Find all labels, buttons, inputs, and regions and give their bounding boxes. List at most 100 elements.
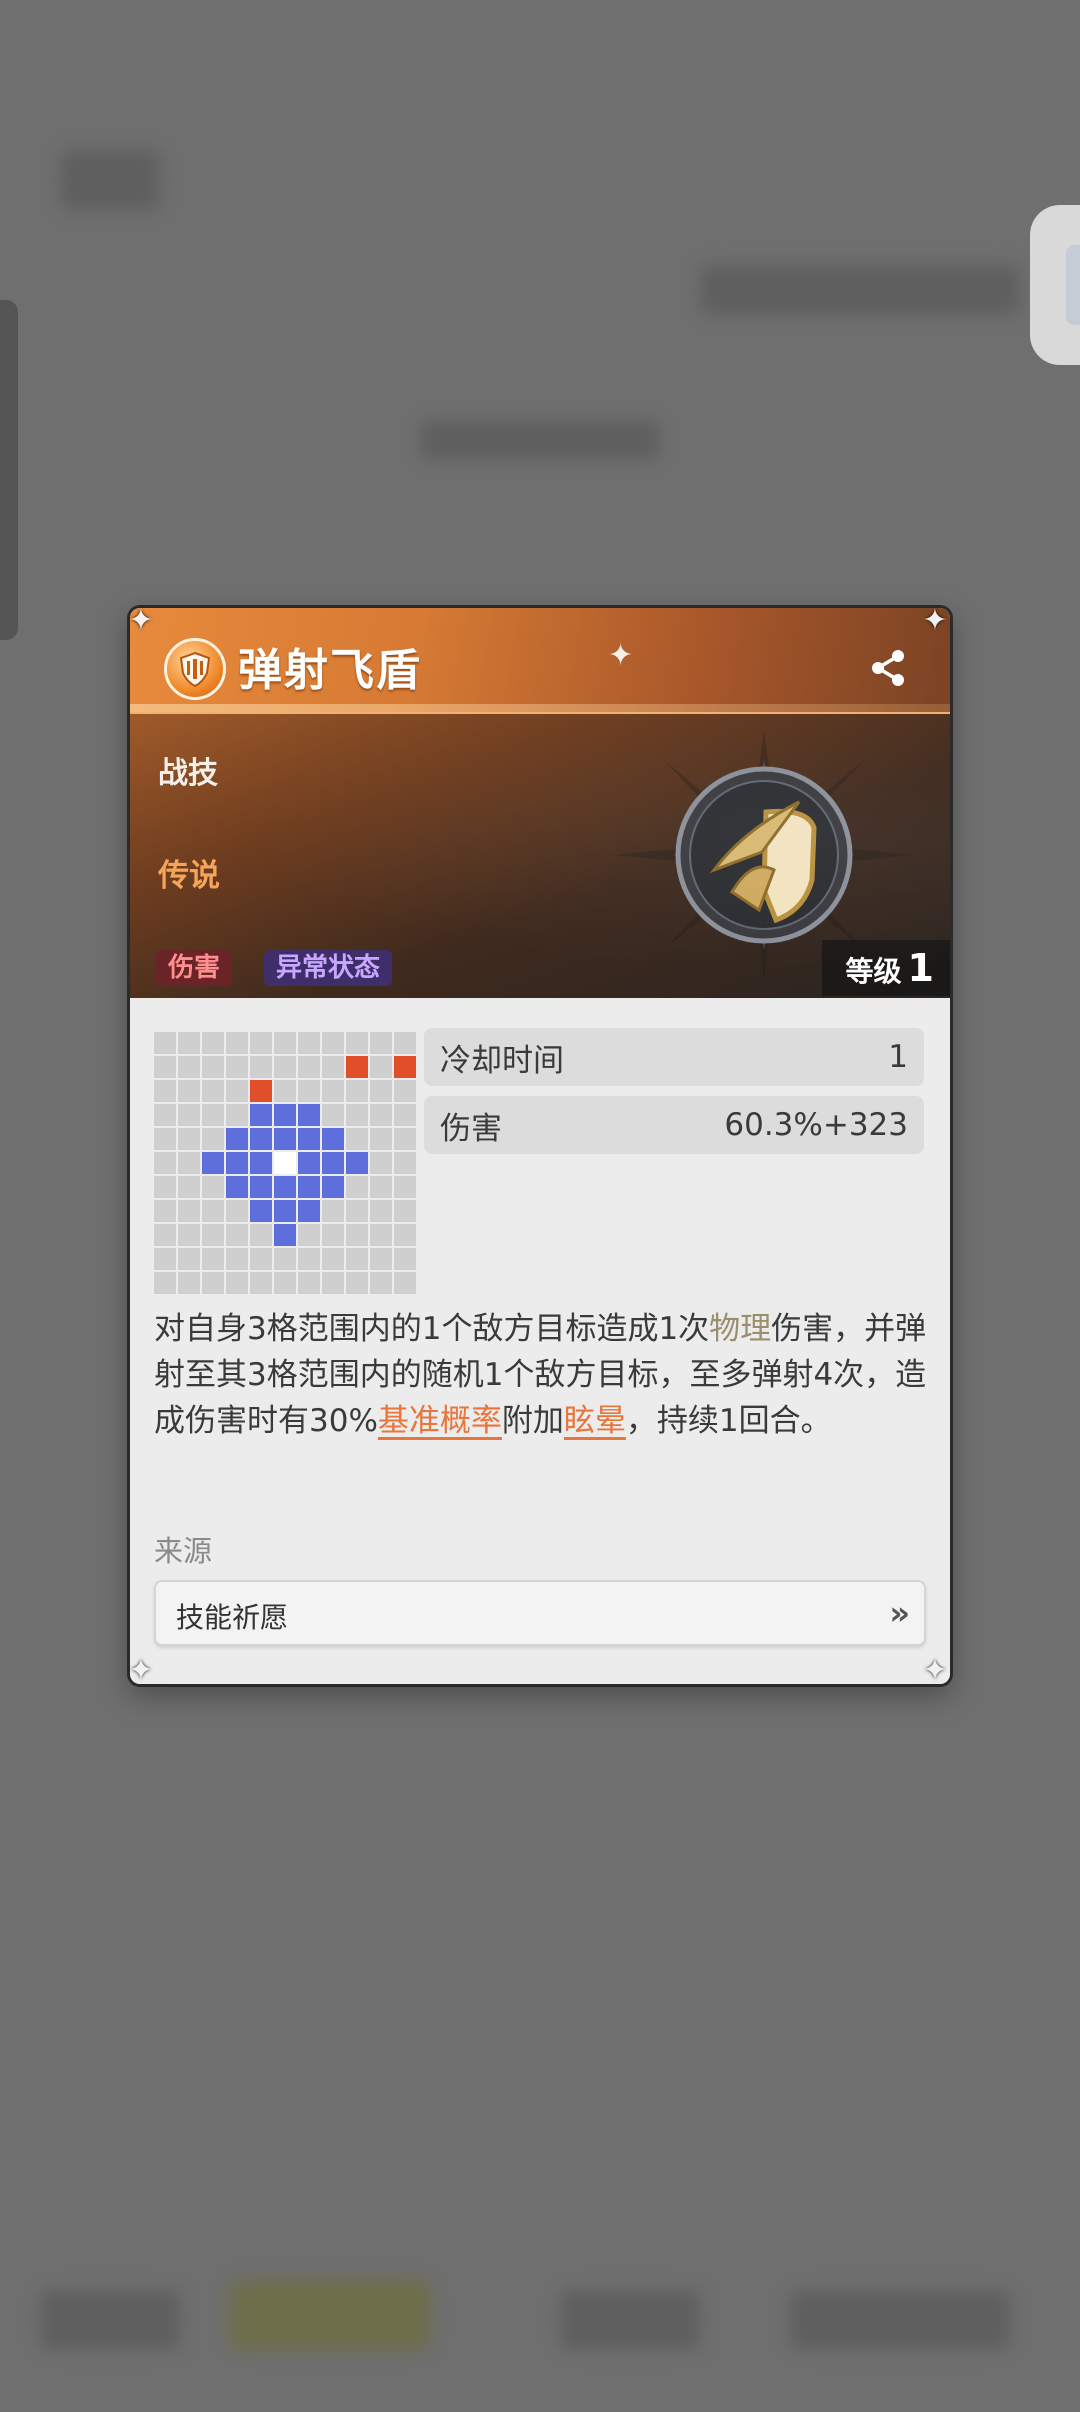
grid-cell bbox=[250, 1224, 272, 1246]
grid-cell bbox=[346, 1080, 368, 1102]
background-footer-blur-3 bbox=[560, 2290, 700, 2350]
side-panel-handle[interactable] bbox=[0, 300, 18, 640]
background-title-blur bbox=[60, 150, 160, 210]
stat-damage: 伤害 60.3%+323 bbox=[424, 1096, 924, 1154]
grid-cell bbox=[370, 1272, 392, 1294]
keyword-stun-link[interactable]: 眩晕 bbox=[564, 1403, 626, 1439]
desc-text: 对自身3格范围内的1个敌方目标造成1次 bbox=[154, 1311, 710, 1347]
grid-cell-range bbox=[274, 1200, 296, 1222]
grid-cell bbox=[154, 1080, 176, 1102]
grid-cell bbox=[394, 1032, 416, 1054]
grid-cell bbox=[346, 1032, 368, 1054]
grid-cell bbox=[298, 1032, 320, 1054]
grid-cell bbox=[322, 1200, 344, 1222]
corner-ornament-icon: ✦ bbox=[128, 1653, 154, 1688]
grid-cell bbox=[202, 1080, 224, 1102]
grid-cell bbox=[346, 1248, 368, 1270]
shield-emblem-icon bbox=[164, 638, 226, 700]
grid-cell bbox=[154, 1200, 176, 1222]
grid-cell bbox=[226, 1200, 248, 1222]
grid-cell bbox=[322, 1032, 344, 1054]
grid-cell-range bbox=[322, 1152, 344, 1174]
grid-cell bbox=[154, 1032, 176, 1054]
grid-cell bbox=[370, 1056, 392, 1078]
grid-cell bbox=[226, 1032, 248, 1054]
desc-text: ，持续1回合。 bbox=[625, 1403, 832, 1439]
grid-cell bbox=[322, 1056, 344, 1078]
grid-cell-range bbox=[274, 1176, 296, 1198]
source-button-label: 技能祈愿 bbox=[176, 1601, 289, 1634]
grid-cell bbox=[394, 1152, 416, 1174]
background-footer-blur-4 bbox=[790, 2290, 1010, 2350]
grid-cell-enemy bbox=[394, 1056, 416, 1078]
grid-cell bbox=[154, 1248, 176, 1270]
skill-emblem-icon bbox=[614, 730, 914, 980]
grid-cell bbox=[178, 1272, 200, 1294]
grid-cell-range bbox=[274, 1104, 296, 1126]
grid-cell bbox=[178, 1224, 200, 1246]
grid-cell bbox=[154, 1272, 176, 1294]
keyword-physical: 物理 bbox=[709, 1311, 772, 1347]
grid-cell bbox=[202, 1056, 224, 1078]
grid-cell bbox=[178, 1080, 200, 1102]
grid-cell bbox=[202, 1128, 224, 1150]
grid-cell bbox=[370, 1224, 392, 1246]
floating-assistant-handle[interactable] bbox=[1030, 205, 1080, 365]
grid-cell-range bbox=[250, 1104, 272, 1126]
grid-cell bbox=[346, 1176, 368, 1198]
grid-cell bbox=[274, 1080, 296, 1102]
background-footer-blur-1 bbox=[40, 2290, 180, 2350]
grid-cell bbox=[370, 1200, 392, 1222]
grid-cell bbox=[274, 1248, 296, 1270]
grid-cell bbox=[154, 1224, 176, 1246]
grid-cell bbox=[178, 1200, 200, 1222]
grid-cell bbox=[154, 1176, 176, 1198]
skill-detail-card: 弹射飞盾 ✦ 战技 传说 伤害 异常状态 等级 1 冷却时间 1 伤害 60.3… bbox=[130, 608, 950, 1684]
grid-cell-range bbox=[202, 1152, 224, 1174]
background-footer-blur-2 bbox=[230, 2280, 430, 2350]
grid-cell bbox=[346, 1224, 368, 1246]
share-icon bbox=[872, 650, 904, 686]
grid-cell bbox=[394, 1080, 416, 1102]
grid-cell bbox=[346, 1128, 368, 1150]
skill-description: 对自身3格范围内的1个敌方目标造成1次物理伤害，并弹射至其3格范围内的随机1个敌… bbox=[154, 1306, 934, 1444]
grid-cell bbox=[202, 1104, 224, 1126]
grid-cell-range bbox=[298, 1152, 320, 1174]
grid-cell-range bbox=[298, 1176, 320, 1198]
skill-details: 冷却时间 1 伤害 60.3%+323 对自身3格范围内的1个敌方目标造成1次物… bbox=[130, 998, 950, 1684]
grid-cell bbox=[178, 1104, 200, 1126]
grid-cell-enemy bbox=[346, 1056, 368, 1078]
skill-header: 弹射飞盾 ✦ bbox=[130, 608, 950, 714]
grid-cell bbox=[202, 1224, 224, 1246]
grid-cell bbox=[178, 1176, 200, 1198]
tag-status-effect: 异常状态 bbox=[264, 950, 393, 986]
grid-cell bbox=[322, 1224, 344, 1246]
grid-cell bbox=[178, 1152, 200, 1174]
grid-cell bbox=[394, 1128, 416, 1150]
grid-cell bbox=[250, 1032, 272, 1054]
grid-cell-range bbox=[274, 1128, 296, 1150]
corner-ornament-icon: ✦ bbox=[922, 1653, 948, 1688]
corner-ornament-icon: ✦ bbox=[128, 603, 154, 638]
source-skill-wish-button[interactable]: 技能祈愿 » bbox=[154, 1580, 926, 1646]
grid-cell bbox=[226, 1104, 248, 1126]
grid-cell bbox=[154, 1152, 176, 1174]
grid-cell bbox=[202, 1248, 224, 1270]
grid-cell bbox=[346, 1272, 368, 1294]
keyword-base-chance-link[interactable]: 基准概率 bbox=[378, 1403, 502, 1439]
grid-cell bbox=[370, 1080, 392, 1102]
grid-cell bbox=[394, 1272, 416, 1294]
share-button[interactable] bbox=[866, 646, 910, 690]
grid-cell bbox=[154, 1128, 176, 1150]
grid-cell bbox=[202, 1176, 224, 1198]
grid-cell-range bbox=[226, 1176, 248, 1198]
grid-cell bbox=[178, 1056, 200, 1078]
stat-value: 1 bbox=[888, 1039, 908, 1075]
stat-cooldown: 冷却时间 1 bbox=[424, 1028, 924, 1086]
grid-cell bbox=[370, 1152, 392, 1174]
grid-cell-range bbox=[346, 1152, 368, 1174]
grid-cell bbox=[178, 1032, 200, 1054]
grid-cell bbox=[370, 1248, 392, 1270]
background-text-blur bbox=[420, 420, 660, 460]
grid-cell bbox=[274, 1032, 296, 1054]
